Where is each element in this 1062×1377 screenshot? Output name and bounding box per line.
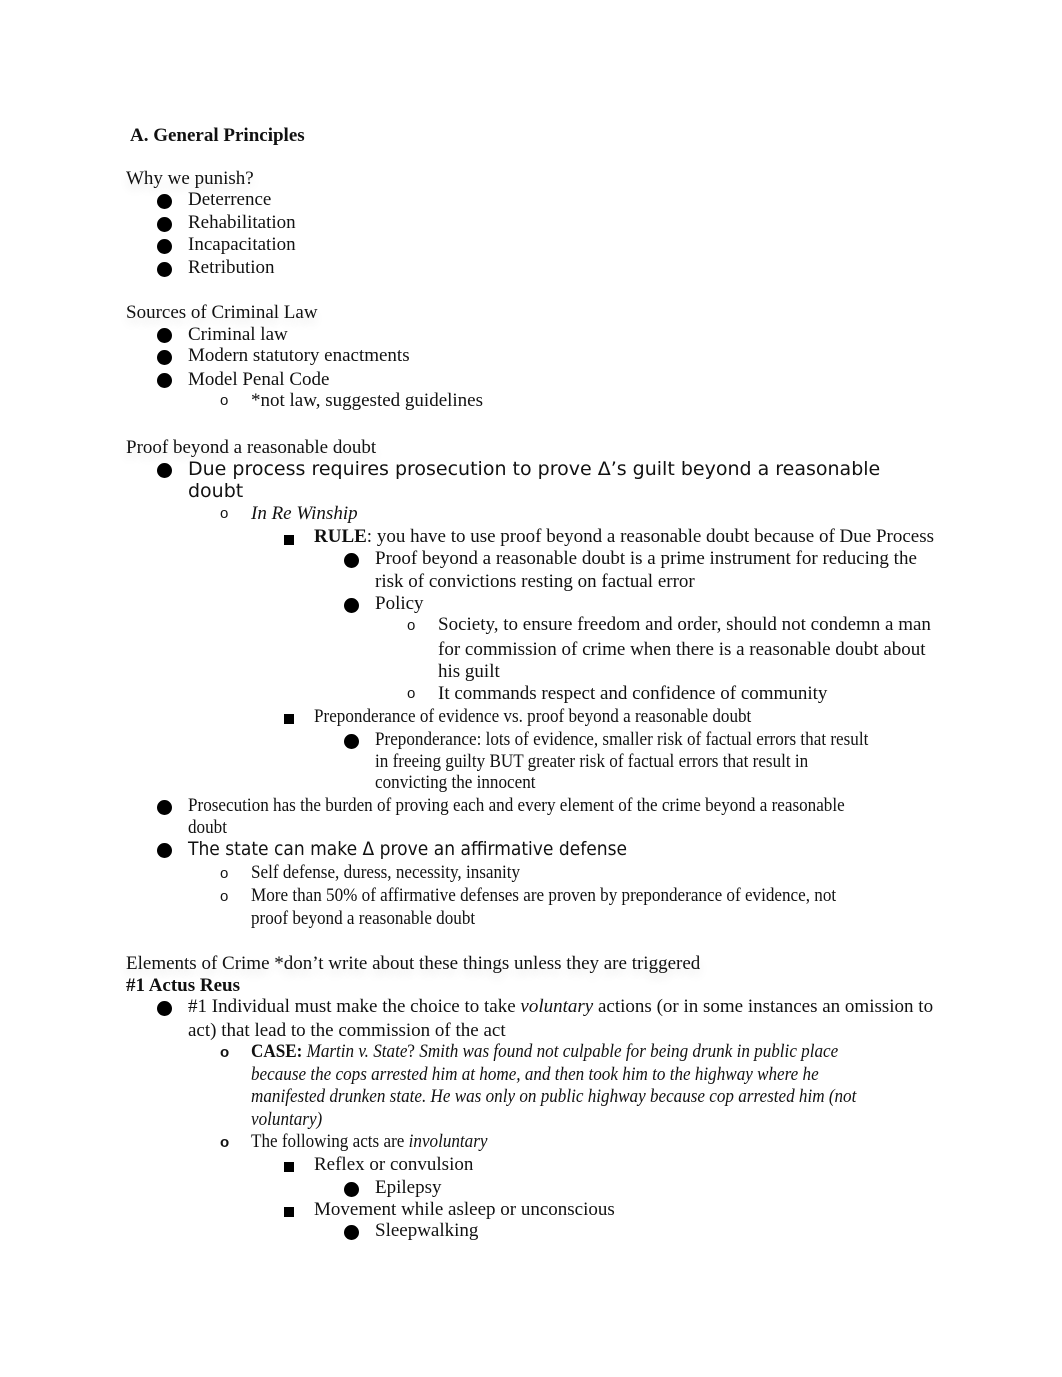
case-text-continued: because the cops arrested him at home, a… bbox=[251, 1064, 819, 1085]
case-name: Martin v. State bbox=[302, 1041, 408, 1062]
list-item: More than 50% of affirmative defenses ar… bbox=[251, 885, 837, 906]
bullet-disc-icon bbox=[344, 734, 359, 749]
case-line: CASE: Martin v. State? Smith was found n… bbox=[251, 1041, 838, 1063]
elements-heading-text: Elements of Crime bbox=[126, 953, 270, 974]
list-item-continued: for commission of crime when there is a … bbox=[438, 639, 926, 660]
rule-text: : you have to use proof beyond a reasona… bbox=[366, 526, 934, 547]
list-item: Movement while asleep or unconscious bbox=[314, 1199, 615, 1220]
proof-heading: Proof beyond a reasonable doubt bbox=[126, 437, 377, 458]
section-title: A. General Principles bbox=[130, 125, 305, 146]
text-run: actions (or in some instances an omissio… bbox=[593, 996, 934, 1017]
case-text-continued: voluntary) bbox=[251, 1109, 323, 1130]
list-item: Deterrence bbox=[188, 189, 272, 210]
list-item: Preponderance of evidence vs. proof beyo… bbox=[314, 706, 752, 727]
list-item: Incapacitation bbox=[188, 234, 296, 255]
list-item-continued: risk of convictions resting on factual e… bbox=[375, 571, 695, 592]
list-item: Criminal law bbox=[188, 324, 288, 345]
sources-heading: Sources of Criminal Law bbox=[126, 302, 318, 323]
bullet-square-icon bbox=[284, 1162, 294, 1172]
bullet-disc-icon bbox=[157, 217, 172, 232]
actus-reus-title: #1 Actus Reus bbox=[126, 975, 241, 996]
bullet-circle-icon: o bbox=[220, 888, 229, 905]
list-item-continued: proof beyond a reasonable doubt bbox=[251, 908, 476, 929]
bullet-disc-icon bbox=[344, 1182, 359, 1197]
rule-line: RULE: you have to use proof beyond a rea… bbox=[314, 526, 934, 548]
list-item: Proof beyond a reasonable doubt is a pri… bbox=[375, 548, 917, 569]
list-item-continued: doubt bbox=[188, 817, 227, 838]
bullet-circle-icon: o bbox=[407, 685, 416, 702]
list-item-continued: convicting the innocent bbox=[375, 772, 536, 793]
list-item-continued: act) that lead to the commission of the … bbox=[188, 1020, 506, 1041]
bullet-disc-icon bbox=[157, 239, 172, 254]
text-run: ? bbox=[407, 1041, 420, 1062]
bullet-circle-icon: o bbox=[220, 392, 229, 409]
bullet-disc-icon bbox=[344, 1225, 359, 1240]
text-run: #1 Individual must make the choice to ta… bbox=[188, 996, 521, 1017]
list-item: Policy bbox=[375, 593, 424, 614]
list-item: Preponderance: lots of evidence, smaller… bbox=[375, 729, 869, 750]
bullet-circle-icon: o bbox=[407, 617, 416, 634]
bullet-disc-icon bbox=[157, 373, 172, 388]
elements-heading-note: *don’t write about these things unless t… bbox=[269, 953, 701, 974]
bullet-disc-icon bbox=[157, 350, 172, 365]
list-item: The state can make Δ prove an affirmativ… bbox=[188, 838, 628, 860]
rule-label: RULE bbox=[314, 526, 367, 547]
list-item: Modern statutory enactments bbox=[188, 345, 410, 366]
list-item: *not law, suggested guidelines bbox=[251, 390, 484, 411]
list-item: Rehabilitation bbox=[188, 212, 296, 233]
bullet-disc-icon bbox=[157, 800, 172, 815]
list-item: Self defense, duress, necessity, insanit… bbox=[251, 862, 521, 883]
bullet-disc-icon bbox=[157, 262, 172, 277]
case-label: CASE: bbox=[251, 1041, 303, 1062]
case-text-continued: manifested drunken state. He was only on… bbox=[251, 1086, 857, 1107]
emphasis: voluntary bbox=[520, 996, 594, 1017]
list-item: Model Penal Code bbox=[188, 369, 330, 390]
bullet-circle-icon: o bbox=[220, 505, 229, 522]
bullet-circle-icon: o bbox=[220, 865, 229, 882]
text-run: The following acts are bbox=[251, 1131, 409, 1152]
bullet-disc-icon bbox=[157, 843, 172, 858]
bullet-disc-icon bbox=[344, 598, 359, 613]
list-item: Reflex or convulsion bbox=[314, 1154, 474, 1175]
bullet-disc-icon bbox=[157, 463, 172, 478]
bullet-disc-icon bbox=[157, 1001, 172, 1016]
list-item: The following acts are involuntary bbox=[251, 1131, 487, 1153]
list-item: Society, to ensure freedom and order, sh… bbox=[438, 614, 931, 635]
bullet-circle-icon: o bbox=[220, 1134, 230, 1151]
bullet-square-icon bbox=[284, 1207, 294, 1217]
document-page: A. General Principles Why we punish? Det… bbox=[0, 0, 1062, 1377]
bullet-disc-icon bbox=[344, 553, 359, 568]
bullet-disc-icon bbox=[157, 328, 172, 343]
bullet-disc-icon bbox=[157, 194, 172, 209]
list-item-continued: in freeing guilty BUT greater risk of fa… bbox=[375, 751, 809, 772]
why-punish-heading: Why we punish? bbox=[126, 168, 254, 189]
bullet-square-icon bbox=[284, 535, 294, 545]
case-name: In Re Winship bbox=[251, 503, 358, 524]
case-text: Smith was found not culpable for being d… bbox=[419, 1041, 839, 1062]
list-item: Sleepwalking bbox=[375, 1220, 479, 1241]
list-item: Prosecution has the burden of proving ea… bbox=[188, 795, 845, 816]
list-item-continued: doubt bbox=[188, 480, 244, 502]
list-item: Epilepsy bbox=[375, 1177, 442, 1198]
bullet-circle-icon: o bbox=[220, 1044, 230, 1061]
elements-heading: Elements of Crime *don’t write about the… bbox=[126, 953, 700, 975]
emphasis: involuntary bbox=[408, 1131, 488, 1152]
list-item: Retribution bbox=[188, 257, 275, 278]
bullet-square-icon bbox=[284, 714, 294, 724]
list-item: It commands respect and confidence of co… bbox=[438, 683, 828, 704]
list-item: Due process requires prosecution to prov… bbox=[188, 458, 881, 480]
list-item: #1 Individual must make the choice to ta… bbox=[188, 996, 933, 1018]
list-item-continued: his guilt bbox=[438, 661, 500, 682]
